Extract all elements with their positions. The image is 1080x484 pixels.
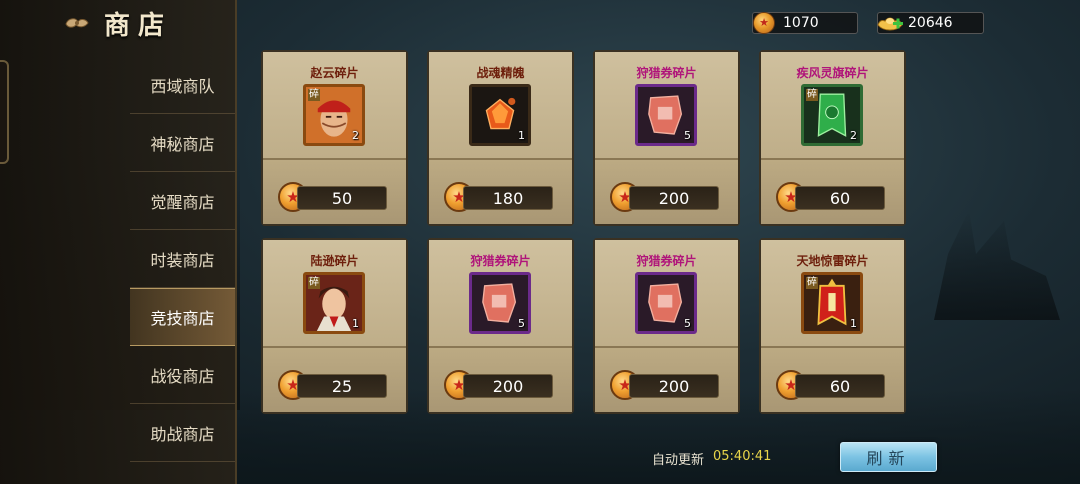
- sidebar-item-awakening-shop[interactable]: 觉醒商店: [130, 172, 235, 230]
- sidebar-item-mystery-shop[interactable]: 神秘商店: [130, 114, 235, 172]
- zhaoyun-portrait-icon: 碎 2: [303, 84, 365, 146]
- item-price: 200: [629, 374, 719, 398]
- shard-badge: 碎: [308, 89, 320, 101]
- item-name: 天地惊雷碎片: [796, 254, 869, 268]
- shop-item-card-8[interactable]: 天地惊雷碎片 碎 1 60: [759, 238, 906, 414]
- refresh-countdown: 05:40:41: [713, 449, 772, 464]
- shop-item-card-7[interactable]: 狩猎券碎片 5 200: [593, 238, 740, 414]
- green-banner-icon: 碎 2: [801, 84, 863, 146]
- ingot-amount: 20646: [908, 15, 953, 31]
- item-price: 25: [297, 374, 387, 398]
- background-ship-right: [934, 210, 1060, 320]
- shop-item-card-3[interactable]: 狩猎券碎片 5 200: [593, 50, 740, 226]
- item-price: 200: [629, 186, 719, 210]
- gold-coin-icon: [753, 12, 775, 34]
- item-quantity: 5: [518, 317, 525, 330]
- luxun-portrait-icon: 碎 1: [303, 272, 365, 334]
- item-quantity: 5: [684, 317, 691, 330]
- shop-item-card-6[interactable]: 狩猎券碎片 5 200: [427, 238, 574, 414]
- item-name: 陆逊碎片: [310, 254, 359, 268]
- sidebar-collapse-handle[interactable]: [0, 60, 9, 164]
- shard-badge: 碎: [806, 277, 818, 289]
- item-price: 200: [463, 374, 553, 398]
- auto-refresh-label: 自动更新: [652, 453, 705, 468]
- item-name: 狩猎券碎片: [636, 254, 697, 268]
- sidebar-item-fashion-shop[interactable]: 时装商店: [130, 230, 235, 288]
- shop-item-card-2[interactable]: 战魂精魄 1 180: [427, 50, 574, 226]
- item-price: 50: [297, 186, 387, 210]
- shop-nav: 西域商队 神秘商店 觉醒商店 时装商店 竞技商店 战役商店 助战商店: [130, 56, 235, 462]
- item-name: 赵云碎片: [310, 66, 359, 80]
- sidebar-item-campaign-shop[interactable]: 战役商店: [130, 346, 235, 404]
- refresh-button[interactable]: 刷新: [840, 442, 937, 472]
- item-quantity: 1: [850, 317, 857, 330]
- item-quantity: 5: [684, 129, 691, 142]
- red-crystal-icon: 1: [469, 84, 531, 146]
- item-price: 180: [463, 186, 553, 210]
- shop-item-card-4[interactable]: 疾风灵旗碎片 碎 2 60: [759, 50, 906, 226]
- thunder-banner-icon: 碎 1: [801, 272, 863, 334]
- hunting-ticket-icon: 5: [635, 272, 697, 334]
- sidebar-item-support-shop[interactable]: 助战商店: [130, 404, 235, 462]
- item-price: 60: [795, 186, 885, 210]
- shop-item-card-1[interactable]: 赵云碎片 碎 2 50: [261, 50, 408, 226]
- shard-badge: 碎: [806, 89, 818, 101]
- hunting-ticket-icon: 5: [635, 84, 697, 146]
- item-quantity: 1: [352, 317, 359, 330]
- item-quantity: 2: [850, 129, 857, 142]
- cloud-back-icon[interactable]: [64, 15, 90, 31]
- shop-sidebar: 商店 西域商队 神秘商店 觉醒商店 时装商店 竞技商店 战役商店 助战商店: [0, 0, 237, 484]
- shard-badge: 碎: [308, 277, 320, 289]
- item-name: 战魂精魄: [476, 66, 525, 80]
- item-name: 狩猎券碎片: [636, 66, 697, 80]
- item-quantity: 2: [352, 129, 359, 142]
- item-name: 狩猎券碎片: [470, 254, 531, 268]
- item-quantity: 1: [518, 129, 525, 142]
- page-title: 商店: [104, 10, 173, 41]
- shop-item-card-5[interactable]: 陆逊碎片 碎 1 25: [261, 238, 408, 414]
- item-name: 疾风灵旗碎片: [796, 66, 869, 80]
- gold-amount: 1070: [783, 15, 819, 31]
- sidebar-item-arena-shop[interactable]: 竞技商店: [130, 288, 235, 346]
- ingot-balance[interactable]: 20646: [877, 12, 984, 34]
- ingot-add-icon[interactable]: [876, 13, 904, 33]
- item-price: 60: [795, 374, 885, 398]
- sidebar-item-western-caravan[interactable]: 西域商队: [130, 56, 235, 114]
- hunting-ticket-icon: 5: [469, 272, 531, 334]
- gold-balance: 1070: [752, 12, 858, 34]
- shop-header: 商店: [64, 6, 173, 41]
